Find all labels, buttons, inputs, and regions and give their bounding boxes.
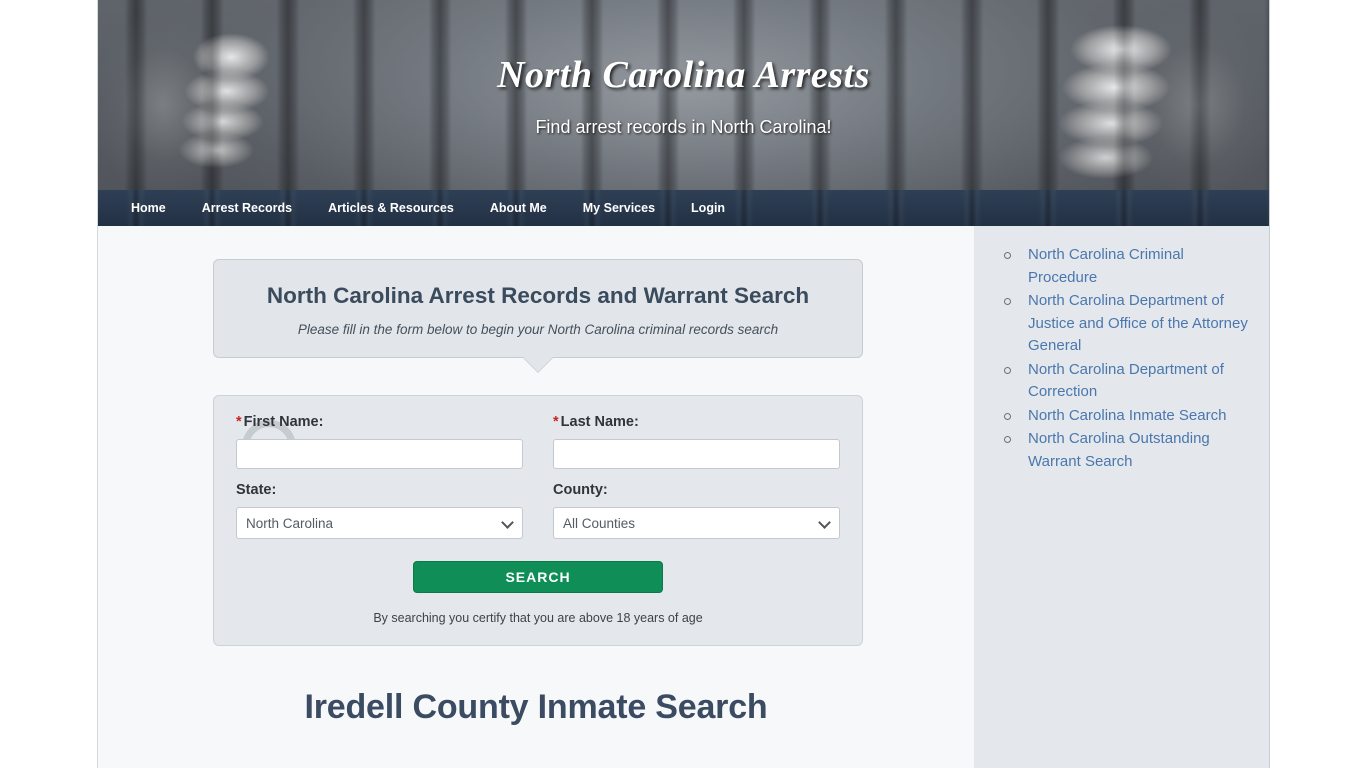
main-navigation: Home Arrest Records Articles & Resources…	[98, 190, 1269, 226]
required-marker-last-name: *	[553, 414, 559, 430]
banner-text-block: North Carolina Arrests Find arrest recor…	[98, 0, 1269, 190]
sidebar-link-outstanding-warrant-search[interactable]: North Carolina Outstanding Warrant Searc…	[990, 428, 1249, 473]
sidebar-resource-links: North Carolina Criminal Procedure North …	[990, 244, 1249, 473]
site-tagline: Find arrest records in North Carolina!	[535, 116, 832, 137]
nav-item-arrest-records[interactable]: Arrest Records	[184, 191, 310, 225]
sidebar: North Carolina Criminal Procedure North …	[974, 226, 1269, 768]
site-title: North Carolina Arrests	[497, 54, 870, 96]
name-fields-row: * First Name: * Last Name:	[236, 414, 840, 469]
county-label: County:	[553, 482, 608, 498]
main-content-column: North Carolina Arrest Records and Warran…	[98, 226, 974, 768]
nav-item-my-services[interactable]: My Services	[565, 191, 673, 225]
state-select[interactable]: North Carolina	[236, 507, 523, 539]
first-name-label-text: First Name:	[243, 414, 324, 430]
search-button[interactable]: SEARCH	[413, 561, 663, 593]
sidebar-link-inmate-search[interactable]: North Carolina Inmate Search	[990, 405, 1249, 428]
body-columns: North Carolina Arrest Records and Warran…	[98, 226, 1269, 768]
nav-item-articles-resources[interactable]: Articles & Resources	[310, 191, 472, 225]
location-fields-row: State: North Carolina County: All Counti…	[236, 482, 840, 539]
county-select-wrapper: All Counties	[553, 507, 840, 539]
required-marker-first-name: *	[236, 414, 242, 430]
last-name-label-text: Last Name:	[560, 414, 639, 430]
state-field-group: State: North Carolina	[236, 482, 523, 539]
last-name-label: * Last Name:	[553, 414, 840, 430]
search-form-header-bubble: North Carolina Arrest Records and Warran…	[213, 259, 863, 372]
page-title: Iredell County Inmate Search	[304, 688, 768, 726]
state-select-wrapper: North Carolina	[236, 507, 523, 539]
search-button-wrapper: SEARCH	[236, 561, 840, 593]
search-form-subtitle: Please fill in the form below to begin y…	[297, 322, 779, 337]
county-select[interactable]: All Counties	[553, 507, 840, 539]
page-root: North Carolina Arrests Find arrest recor…	[0, 0, 1366, 768]
field-row-spacer	[236, 469, 840, 482]
nav-item-login[interactable]: Login	[673, 191, 743, 225]
sidebar-link-department-of-justice[interactable]: North Carolina Department of Justice and…	[990, 290, 1249, 358]
last-name-field-group: * Last Name:	[553, 414, 840, 469]
first-name-input[interactable]	[236, 439, 523, 469]
arrest-search-form: * First Name: * Last Name: State: North …	[213, 395, 863, 646]
site-header-banner: North Carolina Arrests Find arrest recor…	[98, 0, 1269, 190]
site-container: North Carolina Arrests Find arrest recor…	[97, 0, 1270, 768]
sidebar-link-department-of-correction[interactable]: North Carolina Department of Correction	[990, 359, 1249, 404]
age-certification-text: By searching you certify that you are ab…	[373, 611, 703, 625]
first-name-label: * First Name:	[236, 414, 523, 430]
search-form-title: North Carolina Arrest Records and Warran…	[266, 283, 810, 308]
bubble-pointer-triangle	[523, 357, 553, 372]
state-label: State:	[236, 482, 277, 498]
nav-item-home[interactable]: Home	[113, 191, 184, 225]
county-field-group: County: All Counties	[553, 482, 840, 539]
nav-item-about-me[interactable]: About Me	[472, 191, 565, 225]
sidebar-link-criminal-procedure[interactable]: North Carolina Criminal Procedure	[990, 244, 1249, 289]
first-name-field-group: * First Name:	[236, 414, 523, 469]
last-name-input[interactable]	[553, 439, 840, 469]
